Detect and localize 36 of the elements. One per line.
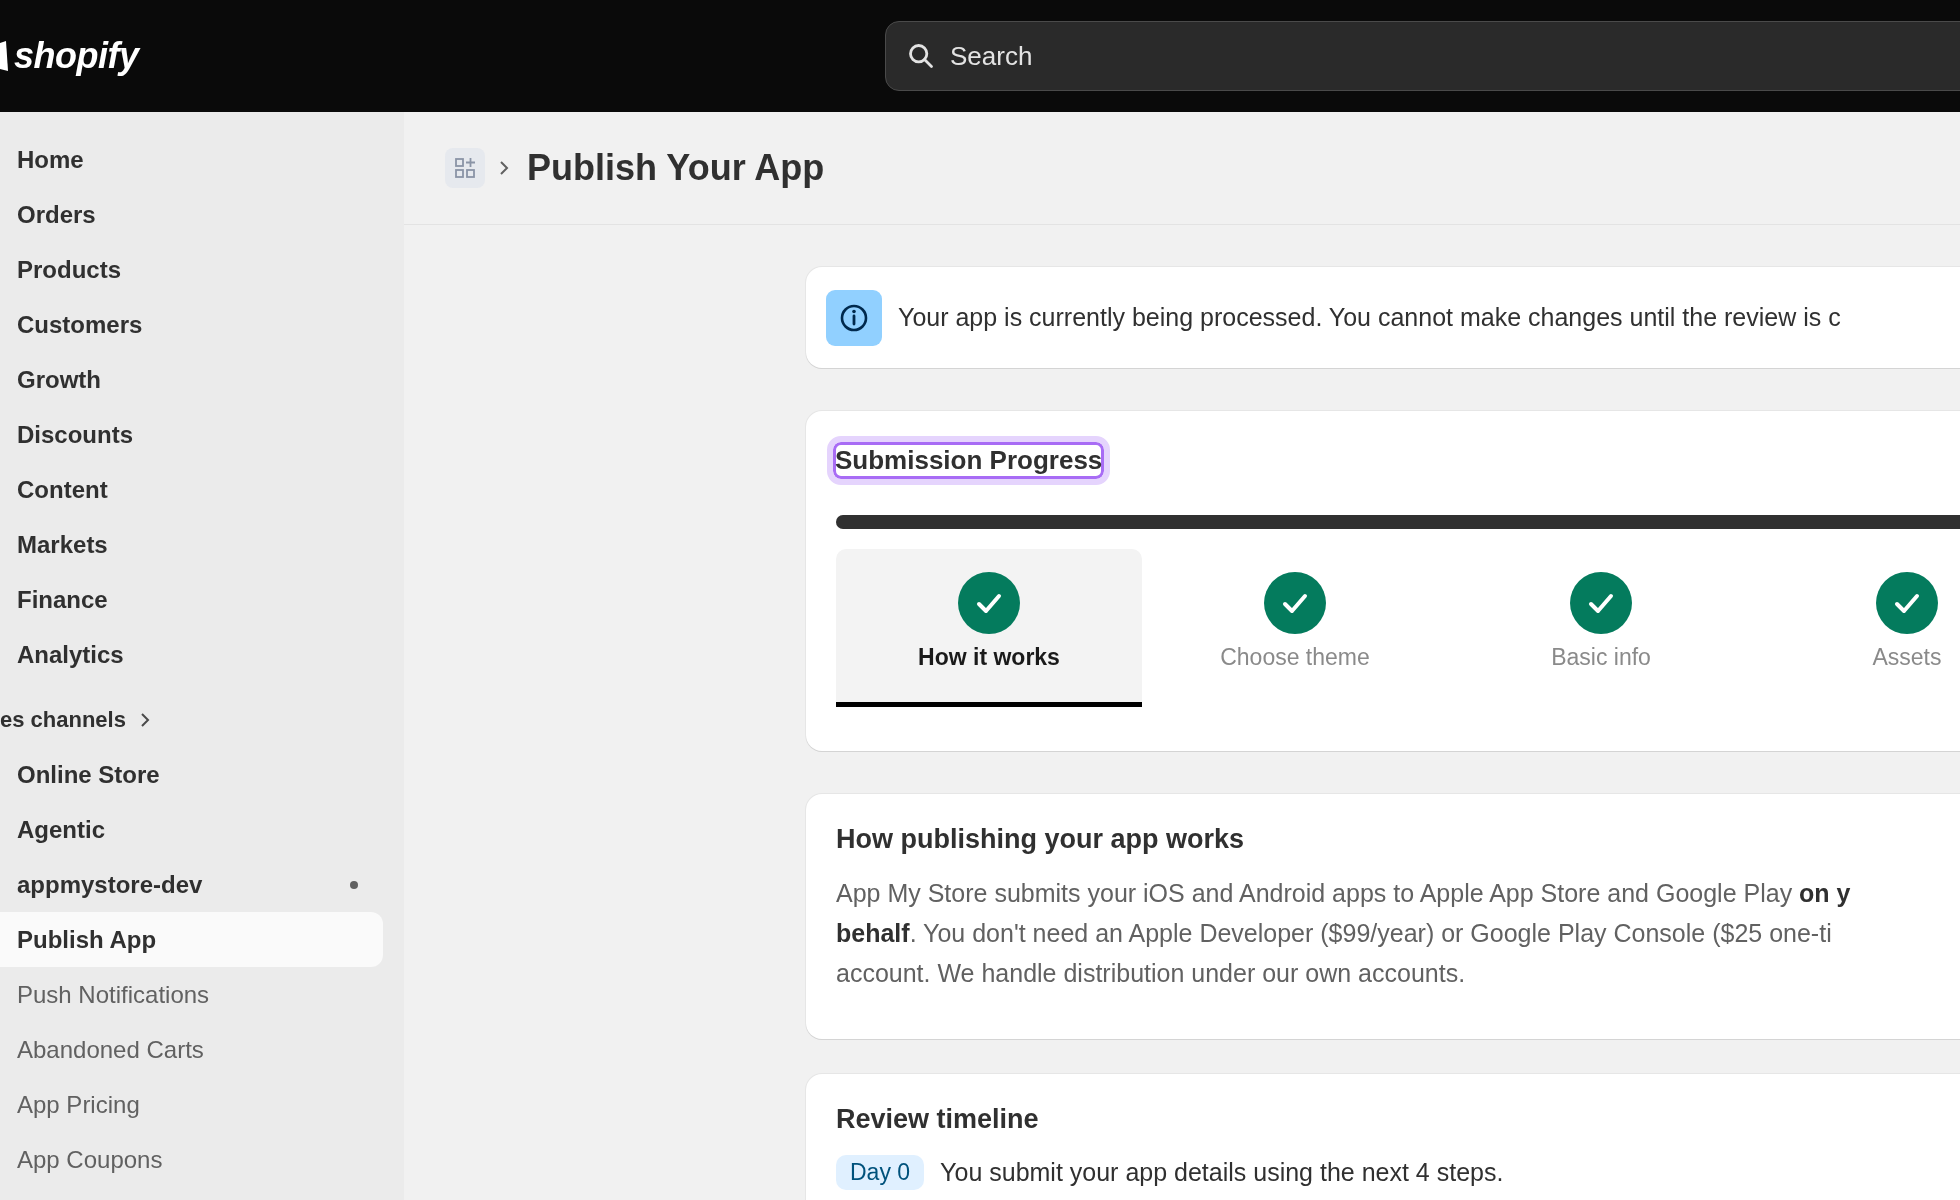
card-title: Submission Progress xyxy=(827,435,1111,485)
card-title: How publishing your app works xyxy=(836,824,1246,855)
sidebar-item[interactable]: Content xyxy=(0,462,383,517)
step-tab[interactable]: How it works xyxy=(836,549,1142,707)
search-field[interactable]: Search xyxy=(885,21,1960,91)
apps-icon[interactable] xyxy=(445,148,485,188)
sidebar-item[interactable]: Push Notifications xyxy=(0,967,383,1022)
logo[interactable]: shopify xyxy=(14,35,139,77)
page-title: Publish Your App xyxy=(527,147,825,189)
info-icon xyxy=(826,289,882,346)
dot-icon xyxy=(350,880,358,889)
sidebar-item[interactable]: Analytics xyxy=(0,627,383,682)
sidebar-section-link[interactable]: es channels xyxy=(0,692,383,747)
description-text: App My Store submits your iOS and Android apps to Apple App Store and Google Play on y behalf. You don't need an Apple Developer ($99/year) or Google Play Console ($25 one-ti account. We handle distribution under our own accounts. xyxy=(836,878,1852,989)
sidebar-item[interactable]: Products xyxy=(0,242,383,297)
sidebar-item[interactable]: App Pricing xyxy=(0,1077,383,1132)
sidebar-item[interactable]: Abandoned Carts xyxy=(0,1022,383,1077)
card-title: Review timeline xyxy=(836,1104,1040,1135)
sidebar-item[interactable]: Online Store xyxy=(0,747,383,802)
search-icon xyxy=(907,42,935,70)
sidebar-item[interactable]: Customers xyxy=(0,297,383,352)
chevron-icon xyxy=(499,160,509,176)
sidebar-item[interactable]: Markets xyxy=(0,517,383,572)
timeline-text: You submit your app details using the next 4 steps. xyxy=(940,1158,1504,1187)
sidebar-item[interactable]: Finance xyxy=(0,572,383,627)
sidebar-item[interactable]: Home xyxy=(0,132,383,187)
sidebar-item[interactable]: Publish App xyxy=(0,912,383,967)
banner-text: Your app is currently being processed. You cannot make changes until the review is c xyxy=(898,303,1841,332)
sidebar-item[interactable]: Orders xyxy=(0,187,383,242)
sidebar-item[interactable]: Agentic xyxy=(0,802,383,857)
sidebar-item[interactable]: Discounts xyxy=(0,407,383,462)
day-badge: Day 0 xyxy=(836,1155,925,1190)
sidebar-item[interactable]: App Coupons xyxy=(0,1132,383,1187)
sidebar-item[interactable]: Growth xyxy=(0,352,383,407)
chevron-icon xyxy=(139,711,150,728)
sidebar-item[interactable]: appmystore-dev xyxy=(0,857,383,912)
